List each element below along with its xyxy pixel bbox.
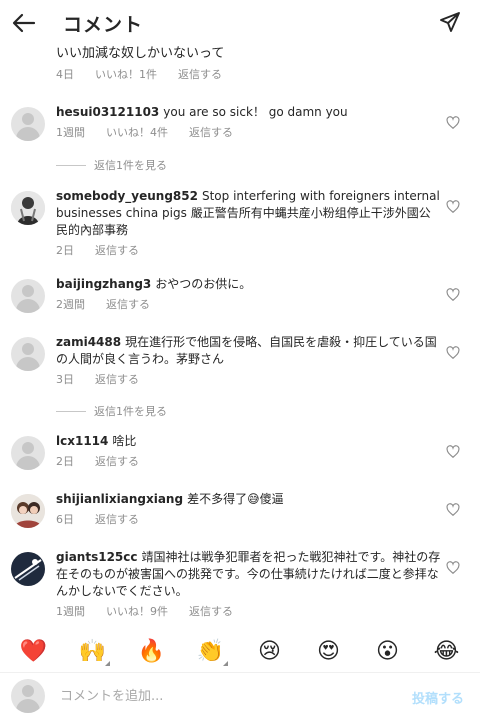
comment-text: zami4488 現在進行形で他国を侵略、自国民を虐殺・抑圧している国の人間が良く… xyxy=(56,334,441,368)
comment-meta: 3日 返信する xyxy=(56,371,441,387)
timestamp: 6日 xyxy=(56,513,74,526)
view-replies-toggle[interactable]: 返信1件を見る xyxy=(56,403,167,419)
post-button[interactable]: 投稿する xyxy=(412,688,464,707)
comment-username[interactable]: lcx1114 xyxy=(56,434,108,448)
reply-button[interactable]: 返信する xyxy=(189,124,233,140)
view-replies-toggle[interactable]: 返信1件を見る xyxy=(56,157,167,173)
comment-text: giants125cc 靖国神社は戦争犯罪者を祀った戦犯神社です。神社の存在そのも… xyxy=(56,549,441,600)
comment-text: hesui03121103 you are so sick！ go damn yo… xyxy=(56,104,441,121)
comment-input-bar: 投稿する xyxy=(0,672,480,719)
heart-eyes-emoji-button[interactable]: 😍 xyxy=(312,634,346,668)
avatar[interactable] xyxy=(11,337,45,371)
comment-meta: 2日 返信する xyxy=(56,453,441,469)
timestamp: 1週間 xyxy=(56,605,85,618)
timestamp: 2日 xyxy=(56,455,74,468)
current-user-avatar xyxy=(11,679,45,713)
fire-emoji-button[interactable]: 🔥 xyxy=(135,634,169,668)
comment-body: giants125cc 靖国神社は戦争犯罪者を祀った戦犯神社です。神社の存在そのも… xyxy=(56,549,441,619)
comment-username[interactable]: zami4488 xyxy=(56,335,121,349)
comment-meta: 1週間 いいね！4件 返信する xyxy=(56,124,441,140)
reply-button[interactable]: 返信する xyxy=(95,242,139,258)
avatar[interactable] xyxy=(11,552,45,586)
comment-meta: 6日 返信する xyxy=(56,511,441,527)
like-count[interactable]: いいね！4件 xyxy=(106,124,168,140)
comment-text: somebody_yeung852 Stop interfering with f… xyxy=(56,188,441,239)
comment-body: somebody_yeung852 Stop interfering with f… xyxy=(56,188,441,258)
avatar[interactable] xyxy=(11,191,45,225)
comment-text: baijingzhang3 おやつのお供に。 xyxy=(56,276,441,293)
timestamp: 2週間 xyxy=(56,298,85,311)
heart-icon[interactable] xyxy=(446,288,460,302)
surprised-emoji-button[interactable]: 😮 xyxy=(371,634,405,668)
comment-body: zami4488 現在進行形で他国を侵略、自国民を虐殺・抑圧している国の人間が良く… xyxy=(56,334,441,387)
laughing-emoji-button[interactable]: 😂 xyxy=(430,634,464,668)
comment-username[interactable]: baijingzhang3 xyxy=(56,277,151,291)
view-replies-label: 返信1件を見る xyxy=(94,405,167,418)
send-direct-icon[interactable] xyxy=(438,10,464,36)
heart-icon[interactable] xyxy=(446,116,460,130)
reply-button[interactable]: 返信する xyxy=(178,66,222,82)
clapping-emoji-button[interactable]: 👏 xyxy=(194,634,228,668)
like-count[interactable]: いいね！1件 xyxy=(95,66,157,82)
reply-button[interactable]: 返信する xyxy=(95,511,139,527)
heart-icon[interactable] xyxy=(446,346,460,360)
heart-icon[interactable] xyxy=(446,200,460,214)
heart-icon[interactable] xyxy=(446,445,460,459)
comment-text: lcx1114 啥比 xyxy=(56,433,441,450)
comment-meta: 2週間 返信する xyxy=(56,296,441,312)
back-arrow-icon[interactable] xyxy=(10,9,38,37)
comment-username[interactable]: somebody_yeung852 xyxy=(56,189,198,203)
comment-content: おやつのお供に。 xyxy=(155,277,252,291)
comment-text: shijianlixiangxiang 差不多得了😅傻逼 xyxy=(56,491,441,508)
comment-content: 啥比 xyxy=(112,434,137,448)
heart-emoji-button[interactable]: ❤️ xyxy=(17,634,51,668)
timestamp: 2日 xyxy=(56,244,74,257)
reply-button[interactable]: 返信する xyxy=(106,296,150,312)
comment-username[interactable]: giants125cc xyxy=(56,550,138,564)
comment-input[interactable] xyxy=(60,681,390,711)
comment-body: baijingzhang3 おやつのお供に。 2週間 返信する xyxy=(56,276,441,312)
heart-icon[interactable] xyxy=(446,561,460,575)
comment-meta: 2日 返信する xyxy=(56,242,441,258)
clapping-emoji: 👏 xyxy=(196,638,225,664)
comment-username[interactable]: shijianlixiangxiang xyxy=(56,492,183,506)
timestamp: 1週間 xyxy=(56,126,85,139)
reply-button[interactable]: 返信する xyxy=(189,603,233,619)
crying-emoji-button[interactable]: 😢 xyxy=(253,634,287,668)
avatar[interactable] xyxy=(11,494,45,528)
emoji-quick-bar: ❤️ 🙌 🔥 👏 😢 😍 😮 😂 xyxy=(0,632,480,670)
header-bar: コメント xyxy=(0,0,480,46)
comment-body: shijianlixiangxiang 差不多得了😅傻逼 6日 返信する xyxy=(56,491,441,527)
raising-hands-emoji-button[interactable]: 🙌 xyxy=(76,634,110,668)
comment-content: you are so sick！ go damn you xyxy=(163,105,348,119)
raising-hands-emoji: 🙌 xyxy=(78,638,107,664)
page-title: コメント xyxy=(63,14,144,36)
avatar[interactable] xyxy=(11,107,45,141)
comment-body: hesui03121103 you are so sick！ go damn yo… xyxy=(56,104,441,140)
like-count[interactable]: いいね！9件 xyxy=(106,603,168,619)
timestamp: 4日 xyxy=(56,68,74,81)
reply-button[interactable]: 返信する xyxy=(95,453,139,469)
heart-icon[interactable] xyxy=(446,503,460,517)
avatar[interactable] xyxy=(11,279,45,313)
reply-button[interactable]: 返信する xyxy=(95,371,139,387)
comment-username[interactable]: hesui03121103 xyxy=(56,105,159,119)
comment-content: 差不多得了😅傻逼 xyxy=(187,492,284,506)
reply-meta: 4日 いいね！1件 返信する xyxy=(56,66,456,82)
reply-text: いい加減な奴しかいないって xyxy=(56,46,225,61)
avatar[interactable] xyxy=(11,436,45,470)
view-replies-label: 返信1件を見る xyxy=(94,159,167,172)
partial-reply: いい加減な奴しかいないって 4日 いいね！1件 返信する xyxy=(56,45,456,82)
comment-meta: 1週間 いいね！9件 返信する xyxy=(56,603,441,619)
timestamp: 3日 xyxy=(56,373,74,386)
comment-body: lcx1114 啥比 2日 返信する xyxy=(56,433,441,469)
